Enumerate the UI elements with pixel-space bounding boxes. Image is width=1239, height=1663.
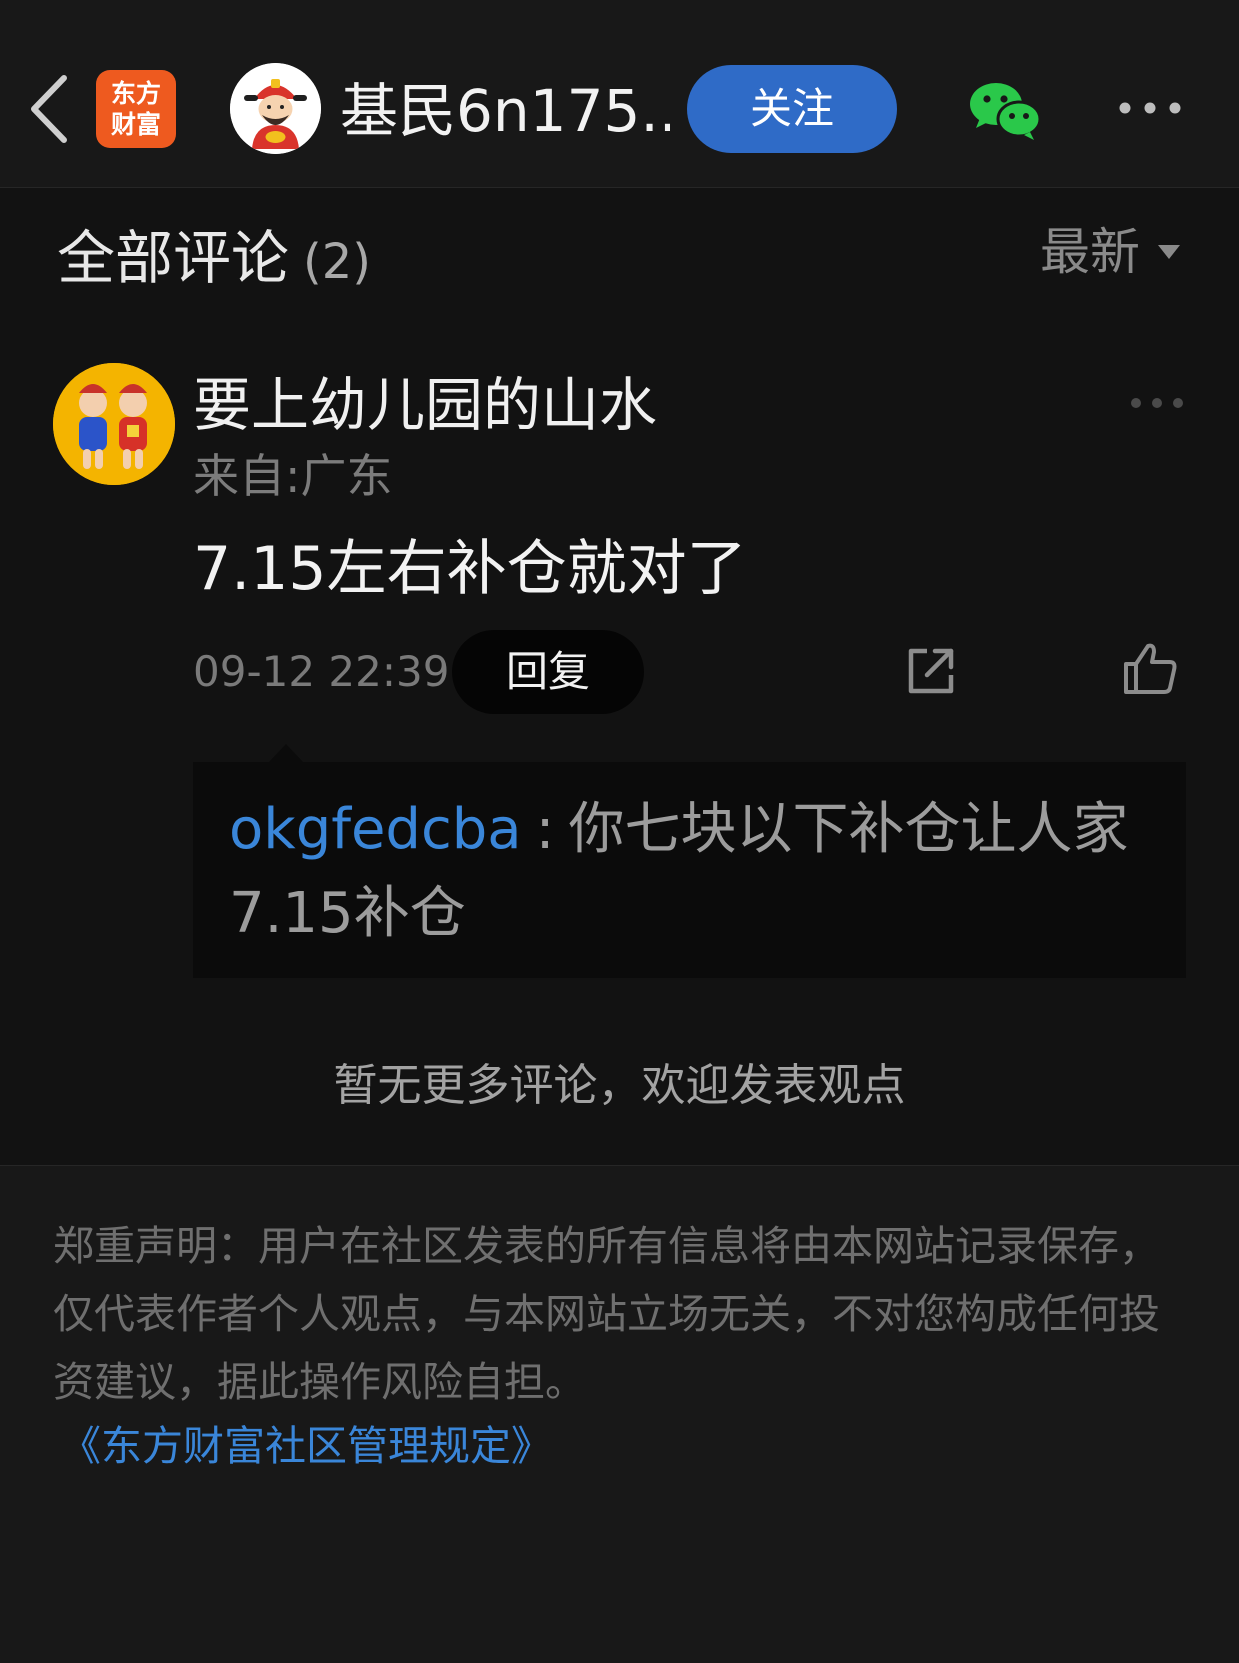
thumbs-up-icon (1124, 643, 1177, 694)
no-more-comments-text: 暂无更多评论，欢迎发表观点 (333, 1060, 906, 1111)
more-dots-icon (1131, 398, 1183, 408)
commenter-name[interactable]: 要上幼儿园的山水 (193, 370, 657, 440)
chevron-left-icon (31, 75, 67, 143)
comments-title-label: 全部评论 (57, 224, 290, 292)
commenter-avatar[interactable] (53, 363, 175, 485)
like-button[interactable] (1122, 640, 1178, 696)
caret-down-icon (1158, 245, 1180, 259)
reply-content: okgfedcba: 你七块以下补仓让人家7.15补仓 (229, 788, 1159, 956)
fortune-god-avatar-image (230, 63, 321, 154)
more-dots-icon (1119, 102, 1181, 114)
brand-logo[interactable]: 东方 财富 (96, 70, 176, 148)
disclaimer-section: 郑重声明：用户在社区发表的所有信息将由本网站记录保存，仅代表作者个人观点，与本网… (0, 1165, 1239, 1663)
back-button[interactable] (26, 72, 72, 146)
comments-section-title: 全部评论 (2) (57, 222, 371, 298)
comments-count: (2) (303, 234, 372, 290)
comment-text: 7.15左右补仓就对了 (193, 534, 747, 604)
comment-timestamp: 09-12 22:39 (193, 647, 450, 696)
brand-logo-line1: 东方 (110, 79, 161, 108)
more-options-button[interactable] (1116, 96, 1184, 120)
follow-button[interactable]: 关注 (687, 65, 897, 153)
sort-label: 最新 (1040, 223, 1140, 281)
community-rules-link[interactable]: 《东方财富社区管理规定》 (60, 1418, 552, 1474)
reply-separator: : (535, 797, 555, 862)
brand-logo-line2: 财富 (110, 110, 161, 139)
sort-dropdown[interactable]: 最新 (1040, 222, 1180, 282)
babies-photo-avatar-image (53, 363, 175, 485)
reply-button[interactable]: 回复 (452, 630, 644, 714)
wechat-share-button[interactable] (968, 80, 1042, 142)
author-avatar[interactable] (230, 63, 321, 154)
wechat-icon (970, 83, 1042, 140)
reply-thread[interactable]: okgfedcba: 你七块以下补仓让人家7.15补仓 (193, 762, 1186, 978)
commenter-location: 来自:广东 (193, 449, 393, 503)
disclaimer-text: 郑重声明：用户在社区发表的所有信息将由本网站记录保存，仅代表作者个人观点，与本网… (53, 1222, 1160, 1406)
comment-more-button[interactable] (1128, 394, 1186, 412)
top-nav-bar: 东方 财富 基民6n175... 关注 (0, 0, 1239, 188)
share-button[interactable] (903, 643, 959, 699)
reply-username[interactable]: okgfedcba (229, 797, 522, 862)
author-name[interactable]: 基民6n175... (340, 76, 670, 146)
share-external-icon (908, 648, 954, 694)
reply-box-pointer (268, 744, 304, 763)
